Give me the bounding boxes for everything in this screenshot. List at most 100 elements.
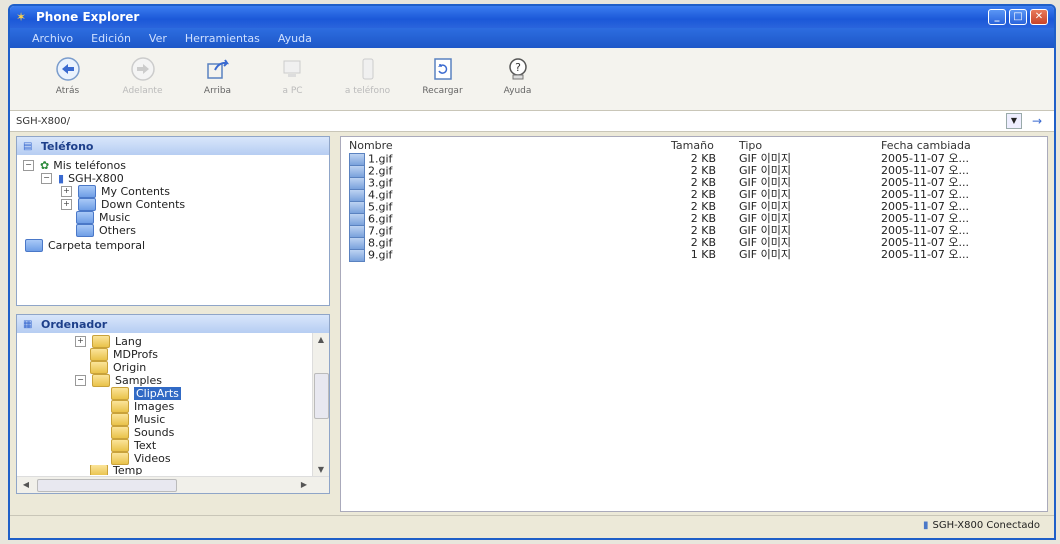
computer-panel-vertical-scrollbar[interactable]: ▲ ▼: [312, 333, 329, 477]
title-bar[interactable]: ✶ Phone Explorer _ □ ✕: [10, 6, 1054, 28]
app-window: ✶ Phone Explorer _ □ ✕ Archivo Edición V…: [8, 4, 1056, 540]
tree-item-label: Lang: [115, 335, 142, 348]
tree-item-label: Down Contents: [101, 198, 186, 211]
status-bar: ▮ SGH-X800 Conectado: [10, 515, 1054, 538]
tree-item-text[interactable]: Text: [111, 439, 156, 452]
phone-panel-header: ▤ Teléfono: [17, 137, 329, 155]
tree-item-samples[interactable]: − Samples: [75, 374, 162, 387]
image-file-icon: [349, 249, 365, 262]
tree-item-down-contents[interactable]: + Down Contents: [61, 198, 185, 211]
menu-ayuda[interactable]: Ayuda: [278, 32, 312, 45]
tree-item-origin[interactable]: Origin: [90, 361, 146, 374]
tree-item-images[interactable]: Images: [111, 400, 174, 413]
tree-item-carpeta-temporal[interactable]: Carpeta temporal: [25, 239, 145, 252]
tree-item-mdprofs[interactable]: MDProfs: [90, 348, 158, 361]
expand-icon[interactable]: +: [61, 199, 72, 210]
tree-item-label: Temp: [113, 465, 143, 475]
go-arrow-icon[interactable]: →: [1032, 114, 1042, 128]
menu-ver[interactable]: Ver: [149, 32, 167, 45]
phone-panel-title: Teléfono: [41, 139, 94, 153]
to-phone-icon: [355, 56, 381, 82]
to-pc-button[interactable]: a PC: [255, 48, 330, 96]
tree-item-label: Text: [134, 439, 157, 452]
tree-item-temp[interactable]: Temp: [90, 465, 142, 475]
to-pc-icon: [280, 56, 306, 82]
expand-icon[interactable]: +: [61, 186, 72, 197]
scroll-down-icon[interactable]: ▼: [314, 463, 328, 477]
tree-item-videos[interactable]: Videos: [111, 452, 171, 465]
tree-item-label: Sounds: [134, 426, 175, 439]
folder-icon: [111, 413, 129, 426]
scroll-up-icon[interactable]: ▲: [314, 333, 328, 347]
tree-item-my-contents[interactable]: + My Contents: [61, 185, 170, 198]
svg-text:?: ?: [515, 61, 521, 74]
file-type-cell: GIF 이미지: [739, 248, 791, 261]
forward-arrow-icon: [130, 56, 156, 82]
back-button[interactable]: Atrás: [30, 48, 105, 96]
phone-icon: ▮: [58, 172, 65, 185]
tree-item-label: Carpeta temporal: [48, 239, 146, 252]
folder-icon: [111, 400, 129, 413]
reload-icon: [430, 56, 456, 82]
reload-button[interactable]: Recargar: [405, 48, 480, 96]
phone-panel-icon: ▤: [23, 140, 33, 152]
computer-panel-horizontal-scrollbar[interactable]: ◀ ▶: [17, 476, 329, 493]
tree-item-music[interactable]: Music: [76, 211, 130, 224]
table-row[interactable]: 9.gif 1 KB GIF 이미지 2005-11-07 오...: [341, 248, 1041, 262]
folder-icon: [25, 239, 43, 252]
address-path[interactable]: SGH-X800/: [16, 116, 1006, 127]
menu-bar: Archivo Edición Ver Herramientas Ayuda: [10, 28, 1054, 48]
content-area: ▤ Teléfono − ✿ Mis teléfonos − ▮ SGH-X80…: [10, 132, 1054, 516]
tree-item-label: Videos: [134, 452, 171, 465]
tree-item-label: Music: [134, 413, 166, 426]
menu-herramientas[interactable]: Herramientas: [185, 32, 260, 45]
forward-button[interactable]: Adelante: [105, 48, 180, 96]
tree-item-music-pc[interactable]: Music: [111, 413, 165, 426]
column-header-name[interactable]: Nombre: [349, 139, 393, 153]
tree-item-mis-telefonos[interactable]: − ✿ Mis teléfonos: [23, 159, 126, 172]
folder-icon: [90, 361, 108, 374]
menu-edicion[interactable]: Edición: [91, 32, 131, 45]
horizontal-scroll-thumb[interactable]: [37, 479, 177, 492]
back-arrow-icon: [55, 56, 81, 82]
computer-panel-icon: ▦: [23, 318, 33, 330]
forward-label: Adelante: [122, 86, 163, 96]
address-dropdown-icon[interactable]: ▼: [1005, 113, 1022, 129]
folder-icon: [111, 452, 129, 465]
computer-panel-title: Ordenador: [41, 317, 108, 331]
reload-label: Recargar: [422, 86, 463, 96]
tree-item-others[interactable]: Others: [76, 224, 136, 237]
to-phone-button[interactable]: a teléfono: [330, 48, 405, 96]
minimize-button[interactable]: _: [988, 9, 1006, 25]
scroll-right-icon[interactable]: ▶: [297, 478, 311, 492]
help-button[interactable]: ? Ayuda: [480, 48, 555, 96]
close-button[interactable]: ✕: [1030, 9, 1048, 25]
toolbar: Atrás Adelante Arriba a PC a teléfono Re…: [10, 48, 1054, 111]
left-pane: ▤ Teléfono − ✿ Mis teléfonos − ▮ SGH-X80…: [16, 136, 330, 512]
up-folder-icon: [205, 56, 231, 82]
help-icon: ?: [505, 56, 531, 82]
tree-item-lang[interactable]: + Lang: [75, 335, 142, 348]
column-header-size[interactable]: Tamaño: [671, 139, 714, 153]
tree-item-sounds[interactable]: Sounds: [111, 426, 174, 439]
tree-item-cliparts[interactable]: ClipArts: [111, 387, 181, 400]
status-text: SGH-X800 Conectado: [932, 520, 1040, 531]
menu-archivo[interactable]: Archivo: [32, 32, 73, 45]
maximize-button[interactable]: □: [1009, 9, 1027, 25]
to-phone-label: a teléfono: [344, 86, 391, 96]
tree-item-label: Images: [134, 400, 175, 413]
tree-item-sgh-x800[interactable]: − ▮ SGH-X800: [41, 172, 124, 185]
file-name-cell: 9.gif: [349, 249, 392, 262]
expand-icon[interactable]: +: [75, 336, 86, 347]
address-bar[interactable]: SGH-X800/ ▼ →: [10, 111, 1054, 132]
vertical-scroll-thumb[interactable]: [314, 373, 329, 419]
tree-item-label: My Contents: [101, 185, 170, 198]
scroll-left-icon[interactable]: ◀: [19, 478, 33, 492]
column-header-type[interactable]: Tipo: [739, 139, 762, 153]
up-button[interactable]: Arriba: [180, 48, 255, 96]
to-pc-label: a PC: [282, 86, 303, 96]
collapse-icon[interactable]: −: [75, 375, 86, 386]
collapse-icon[interactable]: −: [23, 160, 34, 171]
column-header-date[interactable]: Fecha cambiada: [881, 139, 971, 153]
collapse-icon[interactable]: −: [41, 173, 52, 184]
